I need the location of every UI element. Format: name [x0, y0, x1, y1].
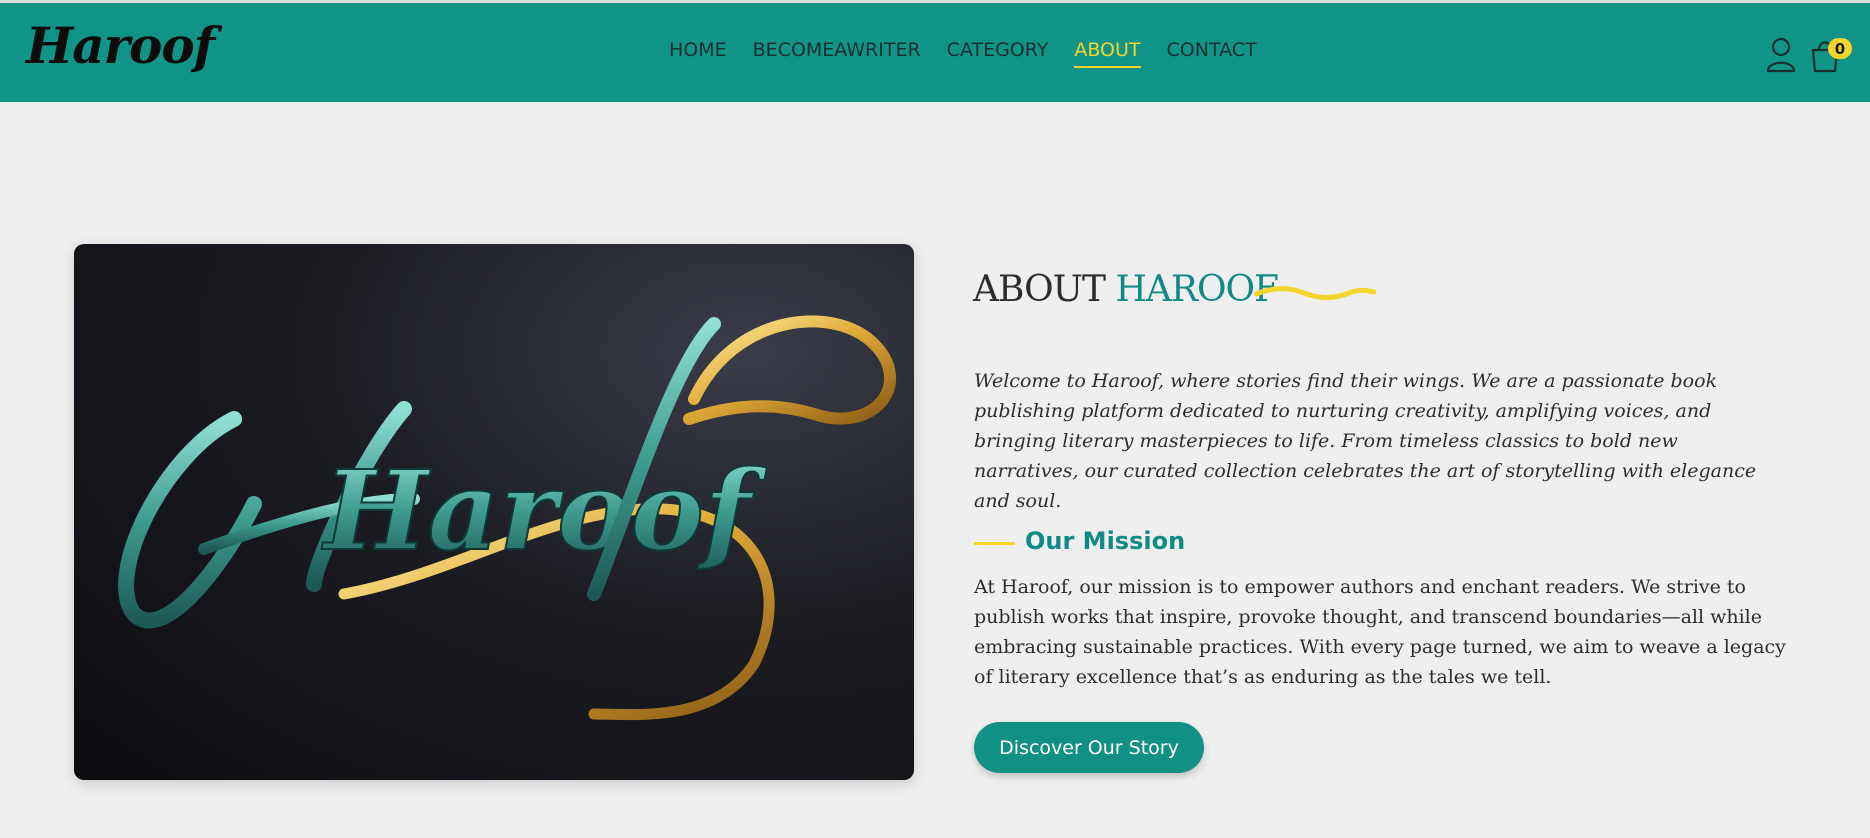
- hero-logo-text: Haroof: [321, 446, 768, 575]
- about-intro-text: Welcome to Haroof, where stories find th…: [974, 370, 1757, 512]
- top-navbar: Haroof HOME BECOMEAWRITER CATEGORY ABOUT…: [0, 0, 1870, 102]
- nav-link-category[interactable]: CATEGORY: [947, 39, 1049, 68]
- discover-our-story-button[interactable]: Discover Our Story: [974, 722, 1204, 773]
- yellow-squiggle-decoration: [1254, 286, 1376, 300]
- nav-link-about[interactable]: ABOUT: [1074, 39, 1141, 68]
- mission-heading: Our Mission: [1025, 527, 1186, 555]
- about-title-prefix: ABOUT: [973, 269, 1106, 310]
- cart-count-badge: 0: [1828, 38, 1852, 59]
- user-icon[interactable]: [1764, 35, 1798, 75]
- mission-text: At Haroof, our mission is to empower aut…: [974, 576, 1786, 688]
- hero-logo-image: Haroof: [74, 244, 914, 780]
- nav-link-home[interactable]: HOME: [669, 39, 727, 68]
- site-logo[interactable]: Haroof: [26, 21, 215, 71]
- nav-link-become-a-writer[interactable]: BECOMEAWRITER: [753, 39, 921, 68]
- main-nav: HOME BECOMEAWRITER CATEGORY ABOUT CONTAC…: [669, 39, 1283, 68]
- mission-accent-line: [974, 542, 1015, 545]
- nav-link-contact[interactable]: CONTACT: [1167, 39, 1257, 68]
- about-title: ABOUT HAROOF: [973, 268, 1279, 311]
